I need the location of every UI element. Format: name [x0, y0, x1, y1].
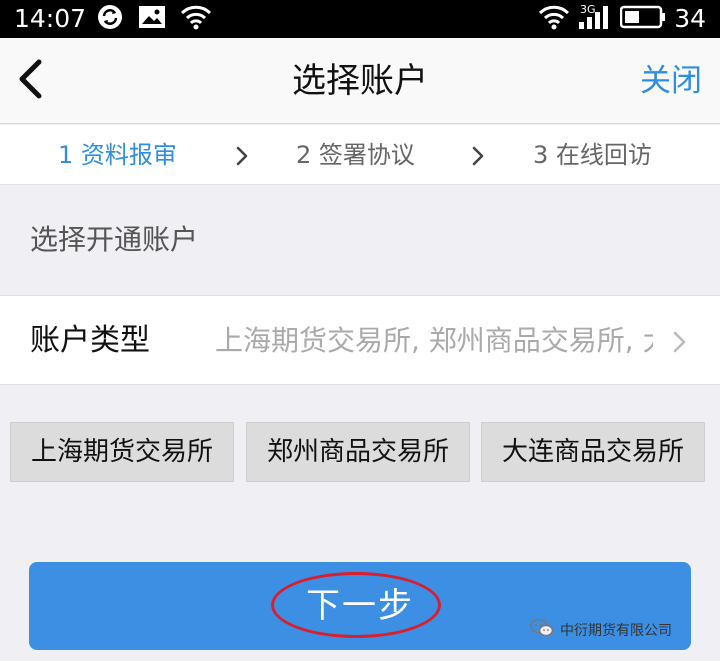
wifi-icon — [180, 4, 212, 34]
account-type-row[interactable]: 账户类型 上海期货交易所, 郑州商品交易所, 大连商品交易所 — [0, 295, 720, 385]
wifi-icon — [538, 4, 570, 34]
exchange-tag-dce[interactable]: 大连商品交易所 — [481, 422, 705, 482]
battery-icon — [619, 4, 666, 34]
section-header: 选择开通账户 — [30, 223, 199, 256]
image-notification-icon — [138, 4, 166, 34]
back-button[interactable] — [10, 58, 50, 104]
exchange-tag-czce[interactable]: 郑州商品交易所 — [246, 422, 470, 482]
chevron-right-icon — [468, 145, 488, 167]
chevron-right-icon — [232, 145, 252, 167]
chevron-right-icon — [672, 330, 688, 354]
signal-icon — [578, 4, 612, 34]
account-type-label: 账户类型 — [30, 323, 150, 358]
exchange-tags: 上海期货交易所 郑州商品交易所 大连商品交易所 — [10, 422, 710, 482]
chevron-left-icon — [17, 59, 43, 103]
battery-level: 34 — [674, 4, 706, 33]
status-bar: 14:07 3G 34 — [0, 0, 720, 38]
step-2: 2 签署协议 — [296, 141, 415, 169]
nav-bar: 选择账户 关闭 — [0, 38, 720, 124]
step-1: 1 资料报审 — [58, 141, 177, 169]
status-icons-right: 34 — [538, 2, 706, 36]
status-icons-left — [96, 4, 212, 34]
exchange-tag-shfe[interactable]: 上海期货交易所 — [10, 422, 234, 482]
wechat-icon — [530, 618, 554, 642]
close-button[interactable]: 关闭 — [640, 38, 702, 124]
status-time: 14:07 — [14, 4, 87, 33]
page-title: 选择账户 — [292, 61, 428, 101]
account-type-value: 上海期货交易所, 郑州商品交易所, 大连商品交易所 — [215, 324, 653, 357]
step-3: 3 在线回访 — [533, 141, 652, 169]
watermark-text: 中衍期货有限公司 — [560, 623, 672, 639]
step-indicator: 1 资料报审 2 签署协议 3 在线回访 — [0, 125, 720, 185]
watermark: 中衍期货有限公司 — [530, 616, 672, 644]
sync-icon — [96, 3, 124, 35]
